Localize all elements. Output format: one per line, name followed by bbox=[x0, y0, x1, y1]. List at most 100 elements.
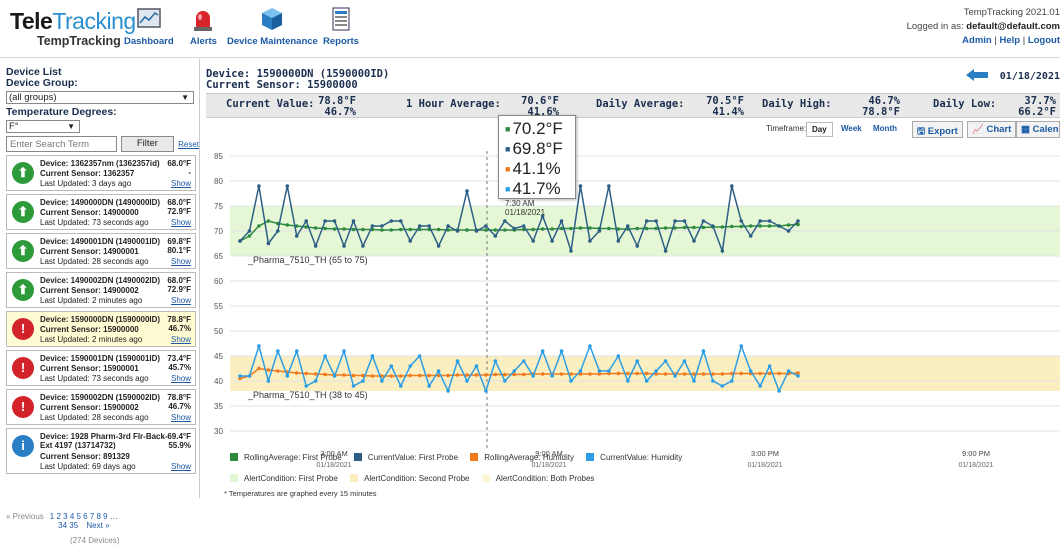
show-link[interactable]: Show bbox=[171, 413, 191, 422]
data-point bbox=[446, 389, 450, 393]
daily-average-value: 70.5°F 41.4% bbox=[706, 95, 744, 118]
show-link[interactable]: Show bbox=[171, 462, 191, 471]
series-legend: RollingAverage: First Probe CurrentValue… bbox=[230, 453, 682, 462]
legend-current-first[interactable]: CurrentValue: First Probe bbox=[353, 453, 458, 462]
data-point bbox=[777, 371, 781, 376]
device-card[interactable]: ⬆ Device: 1362357nm (1362357id) Current Se… bbox=[6, 155, 196, 191]
device-updated: Last Updated: 3 days ago bbox=[40, 179, 132, 188]
data-point bbox=[720, 372, 725, 376]
data-point bbox=[503, 372, 507, 377]
show-link[interactable]: Show bbox=[171, 218, 191, 227]
data-point bbox=[748, 369, 753, 373]
back-arrow-icon[interactable] bbox=[965, 69, 988, 81]
data-point bbox=[417, 354, 422, 358]
device-card[interactable]: ⬆ Device: 1490002DN (1490002ID) Current Se… bbox=[6, 272, 196, 308]
legend-rolling-humidity[interactable]: RollingAverage: Humidity bbox=[470, 453, 574, 462]
show-link[interactable]: Show bbox=[171, 179, 191, 188]
timeframe-week[interactable]: Week bbox=[836, 122, 867, 135]
device-name: Device: 1590000DN (1590000ID) bbox=[40, 315, 161, 324]
device-group-select[interactable]: (all groups) ▼ bbox=[6, 91, 194, 104]
device-card[interactable]: ⬆ Device: 1490001DN (1490001ID) Current Se… bbox=[6, 233, 196, 269]
nav-reports[interactable]: Reports bbox=[323, 6, 359, 47]
report-icon bbox=[332, 7, 350, 31]
device-sensor: Current Sensor: 14900002 bbox=[40, 286, 139, 295]
data-point bbox=[531, 374, 535, 378]
y-tick-label: 35 bbox=[214, 402, 223, 411]
data-point bbox=[711, 224, 715, 228]
teletracking-logo[interactable]: TeleTracking TempTracking bbox=[10, 8, 136, 48]
nav-alerts[interactable]: Alerts bbox=[190, 6, 217, 47]
timeframe-month[interactable]: Month bbox=[868, 122, 902, 135]
export-button[interactable]: 🖫 Export bbox=[912, 121, 963, 138]
data-point bbox=[361, 244, 365, 248]
timeframe-label: Timeframe: bbox=[766, 124, 807, 133]
dashboard-icon bbox=[137, 8, 161, 28]
show-link[interactable]: Show bbox=[171, 296, 191, 305]
device-value-1: 69.8°F bbox=[167, 237, 191, 246]
data-point bbox=[389, 219, 394, 223]
data-point bbox=[729, 224, 734, 229]
reset-link[interactable]: Reset bbox=[178, 140, 199, 149]
pager-next[interactable]: Next » bbox=[86, 521, 109, 530]
data-point bbox=[625, 224, 630, 228]
data-point bbox=[616, 354, 621, 358]
legend-current-humidity[interactable]: CurrentValue: Humidity bbox=[586, 453, 682, 462]
data-point bbox=[294, 234, 299, 238]
readings-chart[interactable]: _Pharma_7510_TH (65 to 75)_Pharma_7510_T… bbox=[206, 141, 1060, 476]
device-name: Device: 1362357nm (1362357id) bbox=[40, 159, 160, 168]
data-point bbox=[493, 359, 498, 363]
data-point bbox=[767, 224, 772, 228]
data-point bbox=[493, 372, 498, 377]
data-point bbox=[266, 241, 271, 246]
data-point bbox=[616, 239, 621, 243]
data-point bbox=[796, 219, 800, 223]
data-point bbox=[503, 228, 507, 232]
timeframe-day[interactable]: Day bbox=[806, 122, 833, 137]
help-link[interactable]: Help bbox=[999, 35, 1020, 46]
admin-link[interactable]: Admin bbox=[962, 35, 992, 46]
device-card[interactable]: ! Device: 1590000DN (1590000ID) Current Se… bbox=[6, 311, 196, 347]
data-point bbox=[503, 379, 507, 383]
data-point bbox=[323, 354, 327, 358]
device-card[interactable]: ⬆ Device: 1490000DN (1490000ID) Current Se… bbox=[6, 194, 196, 230]
data-point bbox=[550, 227, 554, 231]
device-value-2: 72.9°F bbox=[167, 285, 191, 294]
logout-link[interactable]: Logout bbox=[1028, 35, 1060, 46]
chart-button[interactable]: 📈 Chart bbox=[967, 121, 1017, 138]
device-value-1: 73.4°F bbox=[167, 354, 191, 363]
nav-dashboard[interactable]: Dashboard bbox=[124, 6, 174, 47]
data-point bbox=[682, 372, 687, 376]
device-value-1: 69.4°F bbox=[167, 432, 191, 441]
calendar-button[interactable]: ▦ Calendar bbox=[1016, 121, 1060, 138]
data-point bbox=[692, 379, 696, 383]
device-card[interactable]: ! Device: 1590001DN (1590001ID) Current Se… bbox=[6, 350, 196, 386]
show-link[interactable]: Show bbox=[171, 335, 191, 344]
degrees-select[interactable]: F° ▼ bbox=[6, 120, 80, 133]
data-point bbox=[427, 224, 431, 228]
data-point bbox=[673, 374, 677, 378]
show-link[interactable]: Show bbox=[171, 257, 191, 266]
pager-pages[interactable]: 1 2 3 4 5 6 7 8 9 … bbox=[50, 512, 118, 521]
device-name: Device: 1490001DN (1490001ID) bbox=[40, 237, 161, 246]
nav-device-maintenance[interactable]: Device Maintenance bbox=[227, 6, 318, 47]
daily-low-label: Daily Low: bbox=[933, 98, 997, 110]
data-point bbox=[313, 244, 318, 248]
device-card[interactable]: i Device: 1928 Pharm-3rd Flr-Back-Ext 419… bbox=[6, 428, 196, 474]
data-point bbox=[285, 223, 290, 227]
data-point bbox=[625, 371, 630, 376]
data-point bbox=[417, 224, 422, 228]
show-link[interactable]: Show bbox=[171, 374, 191, 383]
data-point bbox=[389, 364, 394, 368]
data-point bbox=[427, 384, 431, 388]
data-point bbox=[597, 229, 602, 233]
search-input[interactable]: Enter Search Term bbox=[6, 136, 117, 152]
data-point bbox=[493, 228, 498, 232]
device-card[interactable]: ! Device: 1590002DN (1590002ID) Current Se… bbox=[6, 389, 196, 425]
pager-pages-2[interactable]: 34 35 bbox=[58, 521, 78, 530]
y-tick-label: 30 bbox=[214, 427, 223, 436]
pager-previous[interactable]: « Previous bbox=[6, 512, 44, 521]
filter-button[interactable]: Filter bbox=[120, 136, 175, 152]
device-detail: Device: 1590000DN (1590000ID) Current Se… bbox=[206, 59, 1060, 498]
legend-rolling-first[interactable]: RollingAverage: First Probe bbox=[230, 453, 342, 462]
data-point bbox=[663, 372, 668, 376]
